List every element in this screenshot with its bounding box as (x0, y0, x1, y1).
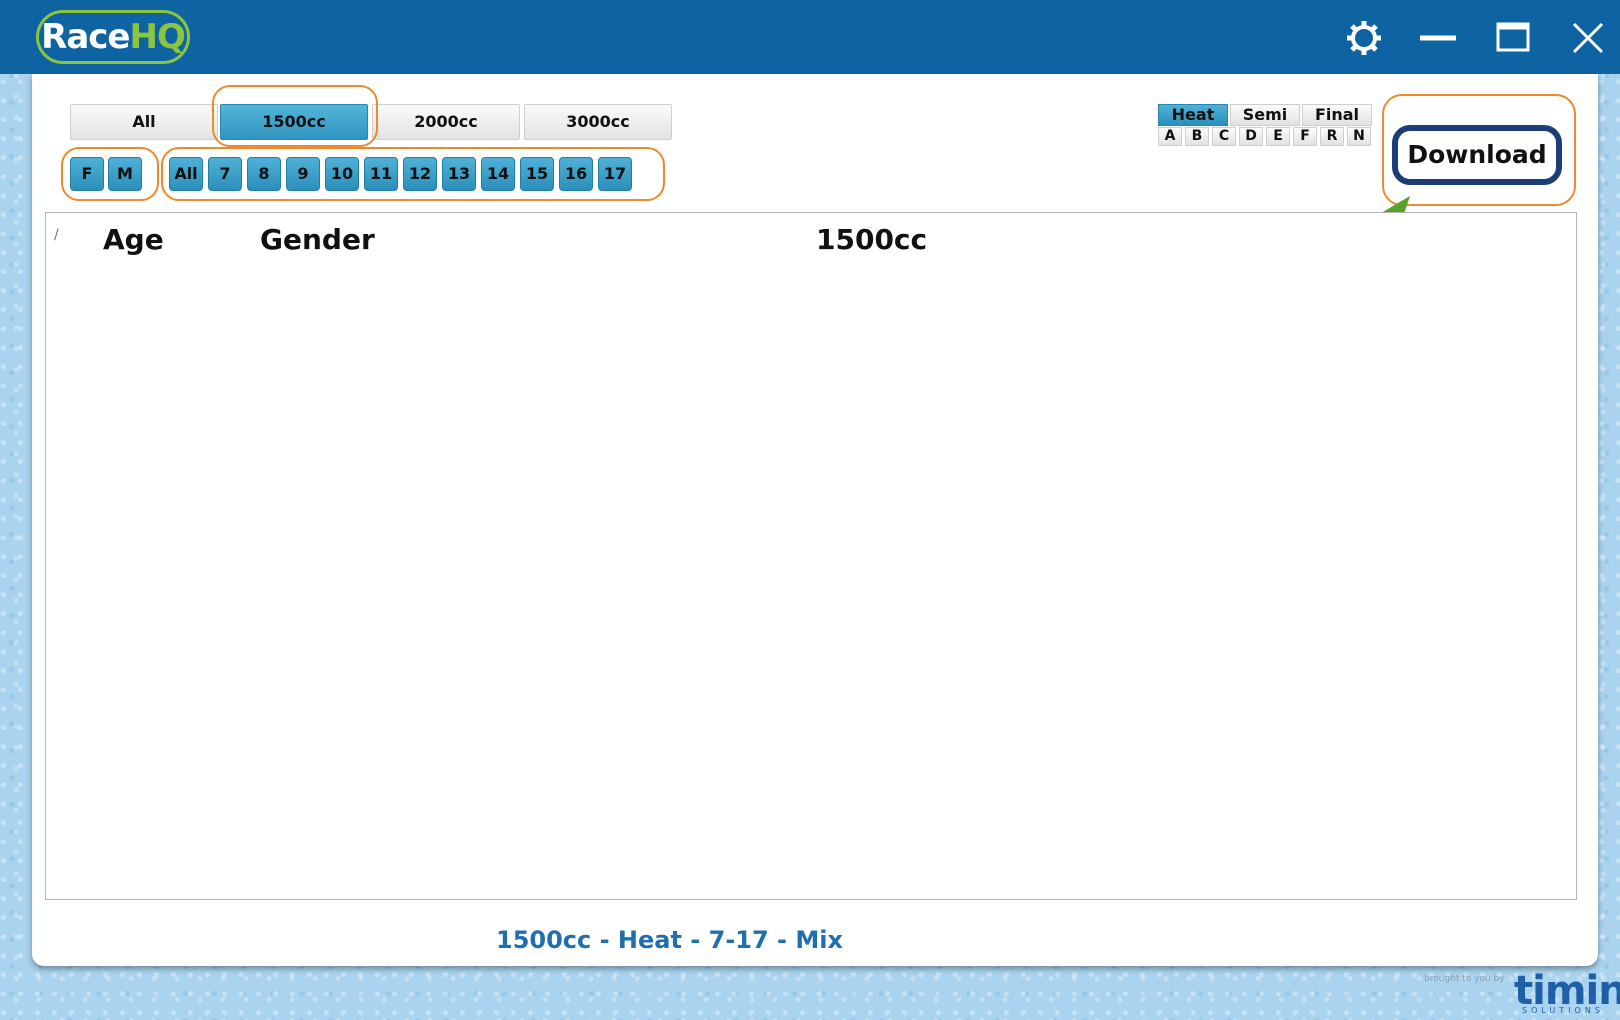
tab-round-heat[interactable]: Heat (1158, 104, 1228, 126)
logo-hq-text: HQ (129, 17, 185, 57)
round-letter-c[interactable]: C (1212, 127, 1236, 146)
tab-class-2000cc[interactable]: 2000cc (372, 104, 520, 140)
round-letter-b[interactable]: B (1185, 127, 1209, 146)
tab-round-semi[interactable]: Semi (1230, 104, 1300, 126)
column-header-class[interactable]: 1500cc (816, 223, 927, 256)
round-letter-r[interactable]: R (1320, 127, 1344, 146)
highlight-ring-ages (161, 147, 665, 201)
brand-tagline: brought to you by (1424, 974, 1505, 984)
logo-race-text: Race (41, 17, 130, 57)
gear-icon[interactable] (1344, 18, 1384, 58)
round-letter-f[interactable]: F (1293, 127, 1317, 146)
sort-marker: / (54, 227, 59, 243)
tab-round-final[interactable]: Final (1302, 104, 1372, 126)
round-letter-e[interactable]: E (1266, 127, 1290, 146)
racehq-logo: RaceHQ (36, 10, 190, 64)
highlight-ring-class (212, 85, 378, 147)
column-header-gender[interactable]: Gender (260, 223, 375, 256)
round-letter-n[interactable]: N (1347, 127, 1371, 146)
round-letter-a[interactable]: A (1158, 127, 1182, 146)
brand-sub: SOLUTIONS (1522, 1006, 1604, 1015)
tab-class-3000cc[interactable]: 3000cc (524, 104, 672, 140)
results-table: / Age Gender 1500cc (45, 212, 1577, 900)
round-letter-d[interactable]: D (1239, 127, 1263, 146)
close-icon[interactable] (1568, 18, 1608, 58)
title-bar: RaceHQ (0, 0, 1620, 74)
minimize-icon[interactable] (1418, 18, 1458, 58)
selection-caption: 1500cc - Heat - 7-17 - Mix (496, 926, 843, 954)
maximize-icon[interactable] (1494, 18, 1534, 58)
tab-class-all[interactable]: All (70, 104, 218, 140)
column-header-age[interactable]: Age (103, 223, 164, 256)
highlight-ring-gender (61, 147, 159, 201)
